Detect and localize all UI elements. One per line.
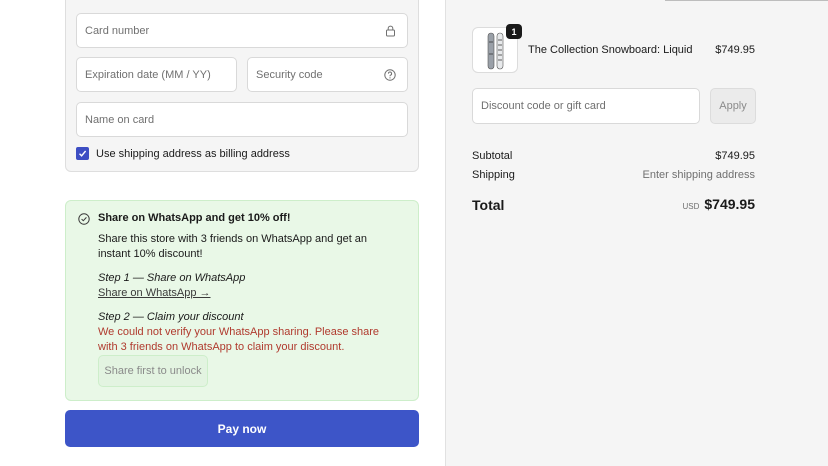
pay-now-button[interactable]: Pay now	[65, 410, 419, 447]
billing-checkbox-label: Use shipping address as billing address	[96, 147, 290, 160]
unlock-discount-button[interactable]: Share first to unlock	[98, 355, 208, 387]
name-on-card-field[interactable]: Name on card	[76, 102, 408, 137]
security-code-placeholder: Security code	[256, 68, 323, 81]
security-code-field[interactable]: Security code	[247, 57, 408, 92]
expiration-date-field[interactable]: Expiration date (MM / YY)	[76, 57, 237, 92]
total-amount: $749.95	[704, 196, 755, 212]
card-number-placeholder: Card number	[85, 24, 150, 37]
share-title: Share on WhatsApp and get 10% off!	[98, 212, 291, 224]
help-icon[interactable]	[381, 66, 399, 84]
discount-code-placeholder: Discount code or gift card	[481, 100, 606, 112]
name-on-card-placeholder: Name on card	[85, 113, 155, 126]
expiration-date-placeholder: Expiration date (MM / YY)	[85, 68, 211, 81]
share-description: Share this store with 3 friends on Whats…	[98, 233, 368, 260]
check-circle-icon	[78, 212, 90, 225]
discount-code-field[interactable]: Discount code or gift card	[472, 88, 700, 124]
product-price: $749.95	[715, 44, 755, 56]
quantity-badge: 1	[506, 24, 522, 39]
step2-label: Step 2 — Claim your discount	[98, 311, 244, 323]
share-on-whatsapp-link[interactable]: Share on WhatsApp →	[98, 287, 211, 299]
product-name: The Collection Snowboard: Liquid	[528, 44, 693, 56]
divider	[665, 0, 828, 1]
total-label: Total	[472, 197, 505, 213]
share-error-message: We could not verify your WhatsApp sharin…	[98, 326, 380, 353]
shipping-value: Enter shipping address	[642, 169, 755, 181]
checkbox-checked-icon[interactable]	[76, 147, 89, 160]
subtotal-value: $749.95	[715, 150, 755, 162]
subtotal-label: Subtotal	[472, 150, 513, 162]
billing-address-checkbox-row[interactable]: Use shipping address as billing address	[76, 147, 290, 160]
total-price: USD $749.95	[683, 196, 756, 212]
step1-label: Step 1 — Share on WhatsApp	[98, 272, 246, 284]
shipping-label: Shipping	[472, 169, 515, 181]
total-currency: USD	[682, 202, 700, 211]
apply-discount-button[interactable]: Apply	[710, 88, 756, 124]
lock-icon	[381, 22, 399, 40]
card-number-field[interactable]: Card number	[76, 13, 408, 48]
